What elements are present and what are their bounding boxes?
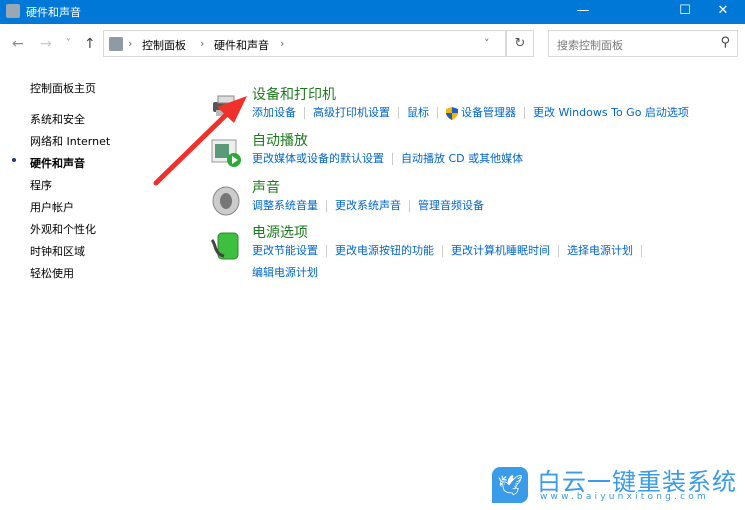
bird-logo-icon: 🕊 — [492, 467, 528, 503]
watermark-url: www.baiyunxitong.com — [540, 492, 709, 502]
red-arrow-annotation — [153, 96, 247, 186]
